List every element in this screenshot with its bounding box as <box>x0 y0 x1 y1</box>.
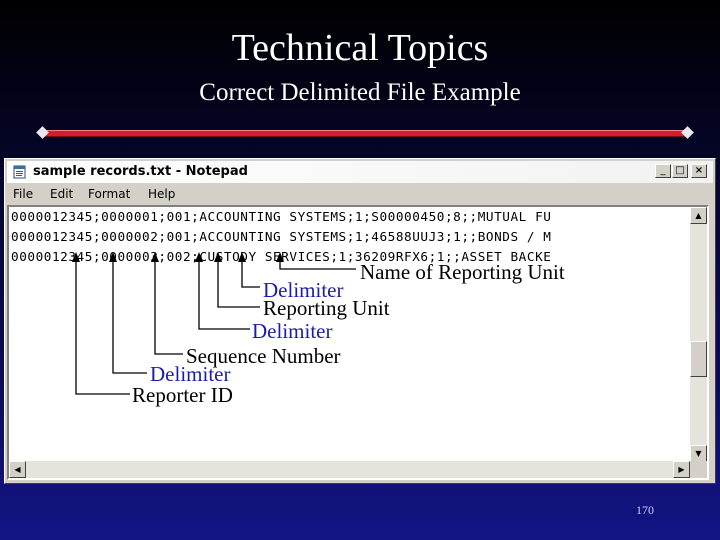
annotation-delimiter-2: Delimiter <box>252 319 333 343</box>
scroll-down-icon[interactable]: ▼ <box>690 445 707 462</box>
menubar: File Edit Format Help <box>7 184 713 204</box>
annotation-reporting-unit: Reporting Unit <box>263 296 390 320</box>
slide-subtitle: Correct Delimited File Example <box>199 79 521 106</box>
menu-file[interactable]: File <box>13 187 33 201</box>
menu-format[interactable]: Format <box>88 187 130 201</box>
window-title: sample records.txt - Notepad <box>33 164 248 179</box>
maximize-button[interactable]: □ <box>672 164 688 178</box>
horizontal-scrollbar[interactable]: ◀ ▶ <box>9 461 690 478</box>
title-divider <box>36 126 694 139</box>
slide-title: Technical Topics <box>231 27 489 69</box>
minimize-button[interactable]: _ <box>655 164 671 178</box>
record-line-1: 0000012345;0000001;001;ACCOUNTING SYSTEM… <box>11 209 552 224</box>
vertical-scroll-thumb[interactable] <box>690 341 707 377</box>
page-number: 170 <box>636 503 654 517</box>
annotation-delimiter-3: Delimiter <box>150 362 231 386</box>
notepad-icon <box>13 165 26 179</box>
text-editor[interactable]: 0000012345;0000001;001;ACCOUNTING SYSTEM… <box>7 205 709 480</box>
close-button[interactable]: × <box>691 164 707 178</box>
window-titlebar[interactable]: sample records.txt - Notepad _ □ × <box>7 161 713 183</box>
scroll-left-icon[interactable]: ◀ <box>9 461 26 478</box>
scrollbar-corner <box>690 461 707 478</box>
menu-help[interactable]: Help <box>148 187 175 201</box>
scroll-up-icon[interactable]: ▲ <box>690 207 707 224</box>
notepad-window: sample records.txt - Notepad _ □ × File … <box>4 158 716 484</box>
annotation-reporter-id: Reporter ID <box>132 383 233 407</box>
annotation-name-of-reporting-unit: Name of Reporting Unit <box>360 260 565 284</box>
scroll-right-icon[interactable]: ▶ <box>673 461 690 478</box>
menu-edit[interactable]: Edit <box>50 187 73 201</box>
record-line-2: 0000012345;0000002;001;ACCOUNTING SYSTEM… <box>11 229 552 244</box>
vertical-scrollbar[interactable]: ▲ ▼ <box>690 207 707 462</box>
